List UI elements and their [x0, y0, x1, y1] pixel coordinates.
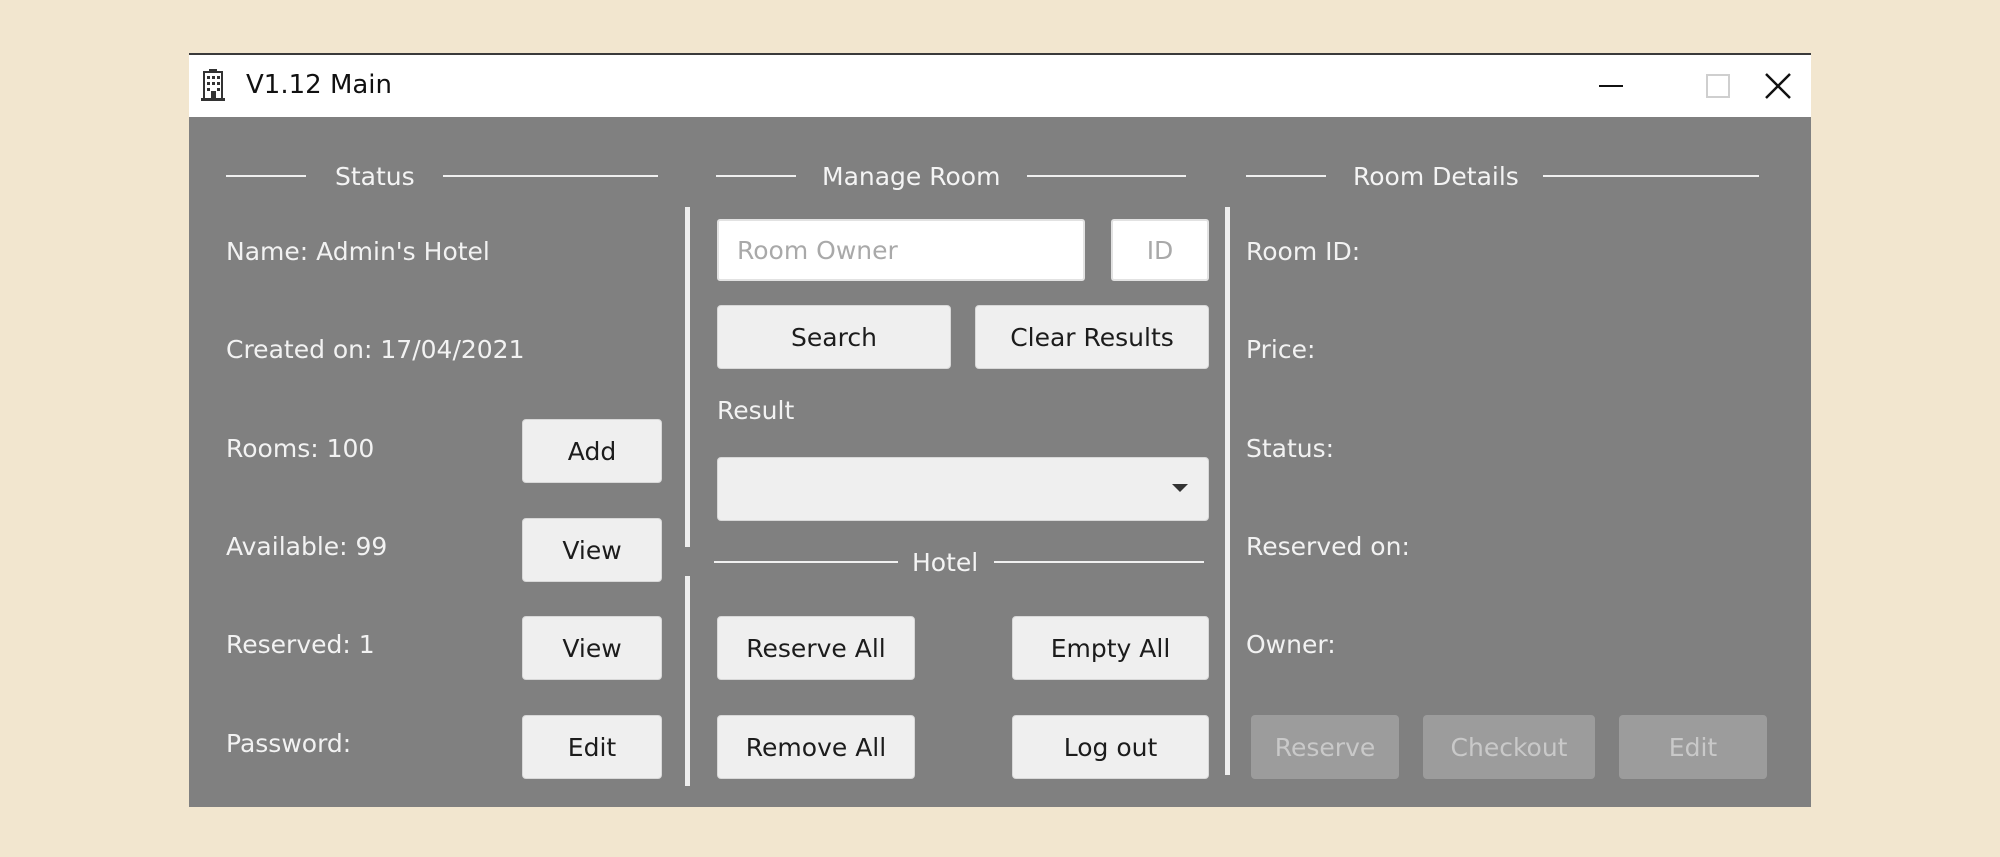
result-label: Result: [717, 396, 795, 425]
clear-results-button[interactable]: Clear Results: [975, 305, 1209, 369]
room-id-label: Room ID:: [1246, 237, 1361, 266]
reserve-all-button[interactable]: Reserve All: [717, 616, 915, 680]
password-label: Password:: [226, 729, 352, 758]
room-details-heading: Room Details: [1246, 161, 1780, 191]
minimize-icon: [1599, 85, 1623, 87]
main-window: V1.12 Main Status Name: Admin's Hotel Cr…: [189, 53, 1811, 807]
hotel-building-icon: [201, 69, 225, 101]
view-available-button[interactable]: View: [522, 518, 662, 582]
checkout-button[interactable]: Checkout: [1423, 715, 1595, 779]
empty-all-button[interactable]: Empty All: [1012, 616, 1209, 680]
room-id-input[interactable]: [1111, 219, 1209, 281]
room-status-label: Status:: [1246, 434, 1335, 463]
room-details-heading-text: Room Details: [1353, 161, 1519, 191]
result-dropdown[interactable]: [717, 457, 1209, 521]
price-label: Price:: [1246, 335, 1316, 364]
status-heading-text: Status: [335, 161, 415, 191]
title-bar[interactable]: V1.12 Main: [189, 55, 1811, 117]
reserve-room-button[interactable]: Reserve: [1251, 715, 1399, 779]
room-owner-input[interactable]: [717, 219, 1085, 281]
manage-room-heading-text: Manage Room: [822, 161, 1001, 191]
chevron-down-icon: [1172, 484, 1188, 492]
close-button[interactable]: [1765, 55, 1811, 117]
close-icon: [1765, 73, 1791, 99]
divider-left-lower: [685, 576, 690, 786]
hotel-heading-text: Hotel: [912, 547, 979, 577]
remove-all-button[interactable]: Remove All: [717, 715, 915, 779]
view-reserved-button[interactable]: View: [522, 616, 662, 680]
manage-room-heading: Manage Room: [716, 161, 1196, 191]
available-count-label: Available: 99: [226, 532, 388, 561]
search-button[interactable]: Search: [717, 305, 951, 369]
divider-right: [1225, 207, 1230, 775]
divider-left-upper: [685, 207, 690, 547]
add-rooms-button[interactable]: Add: [522, 419, 662, 483]
hotel-name-label: Name: Admin's Hotel: [226, 237, 490, 266]
reserved-count-label: Reserved: 1: [226, 630, 375, 659]
log-out-button[interactable]: Log out: [1012, 715, 1209, 779]
window-title: V1.12 Main: [246, 70, 393, 100]
rooms-count-label: Rooms: 100: [226, 434, 375, 463]
reserved-on-label: Reserved on:: [1246, 532, 1410, 561]
created-on-label: Created on: 17/04/2021: [226, 335, 525, 364]
owner-label: Owner:: [1246, 630, 1336, 659]
edit-password-button[interactable]: Edit: [522, 715, 662, 779]
edit-room-button[interactable]: Edit: [1619, 715, 1767, 779]
minimize-button[interactable]: [1554, 55, 1666, 117]
hotel-heading: Hotel: [714, 547, 1214, 577]
